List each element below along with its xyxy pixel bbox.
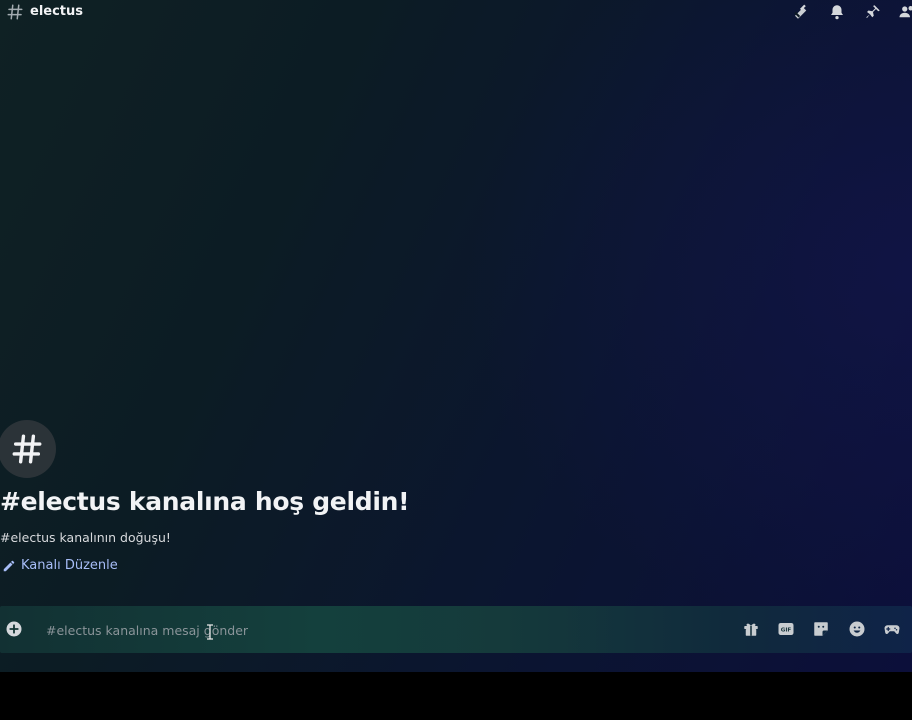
hash-icon — [6, 3, 24, 21]
channel-hash-avatar — [0, 420, 56, 478]
welcome-subtitle: #electus kanalının doğuşu! — [0, 530, 171, 545]
svg-text:GIF: GIF — [781, 628, 792, 634]
message-composer: GIF — [0, 606, 912, 653]
pencil-icon — [3, 560, 15, 571]
add-icon[interactable] — [5, 620, 23, 638]
hash-icon — [12, 434, 42, 464]
message-input[interactable] — [46, 620, 706, 640]
emoji-icon[interactable] — [848, 620, 866, 638]
bell-icon[interactable] — [828, 3, 846, 21]
sticker-icon[interactable] — [812, 620, 830, 638]
edit-channel-link[interactable]: Kanalı Düzenle — [2, 558, 118, 573]
gamepad-icon[interactable] — [883, 620, 901, 638]
channel-title: electus — [30, 4, 84, 19]
welcome-title: #electus kanalına hoş geldin! — [0, 487, 410, 516]
members-icon[interactable] — [898, 3, 912, 21]
channel-header: electus — [0, 0, 912, 26]
gift-icon[interactable] — [742, 620, 760, 638]
bottom-bar — [0, 672, 912, 720]
ibeam-cursor — [207, 624, 213, 640]
gif-icon[interactable]: GIF — [777, 620, 795, 638]
threads-icon[interactable] — [792, 3, 810, 21]
pin-icon[interactable] — [864, 3, 882, 21]
edit-channel-label: Kanalı Düzenle — [21, 558, 118, 573]
chat-app: electus #electus kanalına hoş geldin! #e… — [0, 0, 912, 672]
